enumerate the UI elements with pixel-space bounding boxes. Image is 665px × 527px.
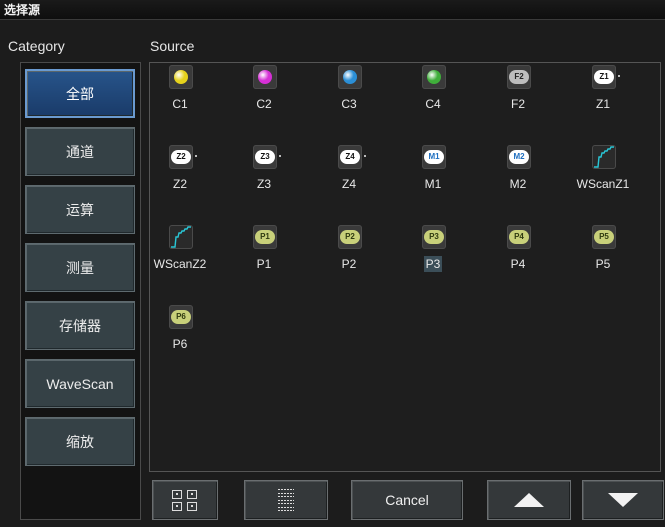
cancel-button[interactable]: Cancel bbox=[351, 480, 463, 520]
source-label: P2 bbox=[341, 257, 357, 271]
source-label: P1 bbox=[256, 257, 272, 271]
source-label: WScanZ2 bbox=[153, 257, 207, 271]
source-label: M1 bbox=[424, 177, 442, 191]
source-item[interactable]: P6 P6 bbox=[150, 305, 210, 361]
dialog-title: 选择源 bbox=[0, 0, 665, 20]
channel-3-icon bbox=[338, 65, 362, 89]
source-label: M2 bbox=[509, 177, 527, 191]
source-label: Z2 bbox=[172, 177, 187, 191]
source-item[interactable]: P1 P1 bbox=[234, 225, 294, 281]
wavescan-icon bbox=[169, 225, 193, 249]
source-header: Source bbox=[150, 38, 195, 54]
source-label: P5 bbox=[595, 257, 611, 271]
source-label: P6 bbox=[172, 337, 188, 351]
param-p5-icon: P5 bbox=[592, 225, 616, 249]
source-label: C3 bbox=[341, 97, 357, 111]
source-item[interactable]: P2 P2 bbox=[319, 225, 379, 281]
channel-4-icon bbox=[422, 65, 446, 89]
zoom-z1-icon: Z1 bbox=[592, 65, 620, 89]
source-item[interactable]: WScanZ1 bbox=[573, 145, 633, 201]
param-p3-icon: P3 bbox=[422, 225, 446, 249]
channel-1-icon bbox=[169, 65, 193, 89]
memory-m1-icon: M1 bbox=[422, 145, 446, 169]
source-item[interactable]: Z4 Z4 bbox=[319, 145, 379, 201]
scroll-down-button[interactable] bbox=[582, 480, 664, 520]
source-panel: C1 C2 C3 C4 F2 F2 Z1 Z1 Z2 Z2 Z3 Z3 Z4 Z4 M1 M1 M2 M2 WSca… bbox=[149, 62, 661, 472]
memory-m2-icon: M2 bbox=[507, 145, 531, 169]
source-label: C2 bbox=[256, 97, 272, 111]
zoom-z4-icon: Z4 bbox=[338, 145, 366, 169]
source-label: C1 bbox=[172, 97, 188, 111]
list-view-button[interactable] bbox=[244, 480, 328, 520]
category-all-button[interactable]: 全部 bbox=[25, 69, 135, 118]
source-label: Z4 bbox=[341, 177, 356, 191]
param-p4-icon: P4 bbox=[507, 225, 531, 249]
param-p1-icon: P1 bbox=[253, 225, 277, 249]
source-item[interactable]: Z3 Z3 bbox=[234, 145, 294, 201]
grid-view-button[interactable] bbox=[152, 480, 218, 520]
source-label: Z1 bbox=[595, 97, 610, 111]
scroll-up-button[interactable] bbox=[487, 480, 571, 520]
source-item[interactable]: C4 bbox=[403, 65, 463, 121]
param-p6-icon: P6 bbox=[169, 305, 193, 329]
source-label: WScanZ1 bbox=[576, 177, 630, 191]
triangle-down-icon bbox=[608, 493, 638, 507]
math-f2-icon: F2 bbox=[507, 65, 531, 89]
source-item[interactable]: P3 P3 bbox=[403, 225, 463, 281]
source-item[interactable]: WScanZ2 bbox=[150, 225, 210, 281]
zoom-z2-icon: Z2 bbox=[169, 145, 197, 169]
source-item[interactable]: Z1 Z1 bbox=[573, 65, 633, 121]
category-wavescan-button[interactable]: WaveScan bbox=[25, 359, 135, 408]
list-view-icon bbox=[278, 489, 294, 511]
source-item[interactable]: P4 P4 bbox=[488, 225, 548, 281]
param-p2-icon: P2 bbox=[338, 225, 362, 249]
channel-2-icon bbox=[253, 65, 277, 89]
source-item[interactable]: C3 bbox=[319, 65, 379, 121]
source-item[interactable]: C1 bbox=[150, 65, 210, 121]
zoom-z3-icon: Z3 bbox=[253, 145, 281, 169]
source-item[interactable]: P5 P5 bbox=[573, 225, 633, 281]
source-label: F2 bbox=[510, 97, 525, 111]
category-panel: 全部 通道 运算 测量 存储器 WaveScan 缩放 bbox=[20, 62, 141, 520]
source-label: P3 bbox=[423, 256, 443, 272]
triangle-up-icon bbox=[514, 493, 544, 507]
source-item[interactable]: C2 bbox=[234, 65, 294, 121]
grid-view-icon bbox=[171, 489, 199, 511]
category-measure-button[interactable]: 测量 bbox=[25, 243, 135, 292]
category-channel-button[interactable]: 通道 bbox=[25, 127, 135, 176]
source-item[interactable]: M1 M1 bbox=[403, 145, 463, 201]
source-item[interactable]: Z2 Z2 bbox=[150, 145, 210, 201]
category-memory-button[interactable]: 存储器 bbox=[25, 301, 135, 350]
category-math-button[interactable]: 运算 bbox=[25, 185, 135, 234]
source-label: P4 bbox=[510, 257, 526, 271]
category-header: Category bbox=[8, 38, 65, 54]
source-item[interactable]: F2 F2 bbox=[488, 65, 548, 121]
source-label: C4 bbox=[425, 97, 441, 111]
source-label: Z3 bbox=[256, 177, 271, 191]
source-item[interactable]: M2 M2 bbox=[488, 145, 548, 201]
wavescan-icon bbox=[592, 145, 616, 169]
category-zoom-button[interactable]: 缩放 bbox=[25, 417, 135, 466]
